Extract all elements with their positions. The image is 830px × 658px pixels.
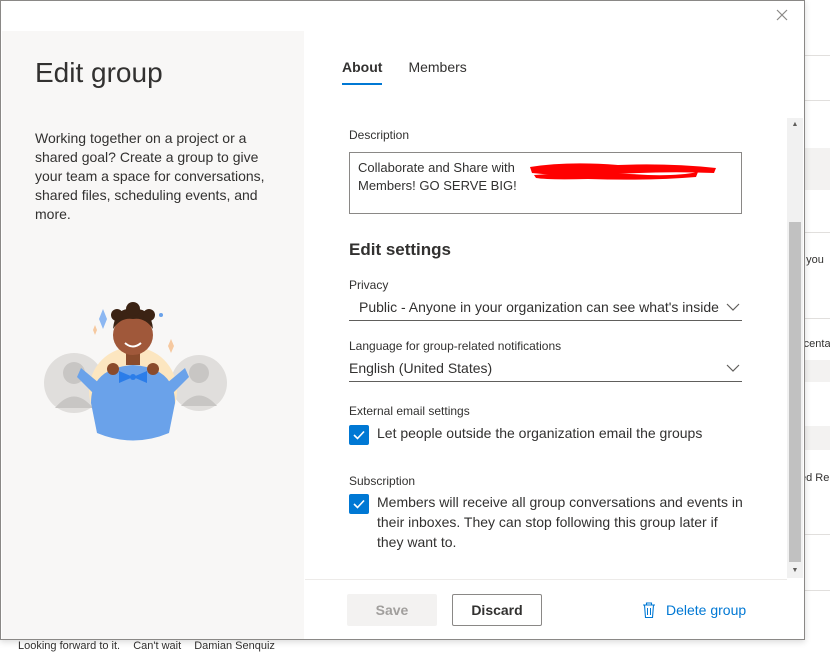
discard-button[interactable]: Discard <box>452 594 542 626</box>
content-scrollbar[interactable]: ▲ ▼ <box>787 118 803 578</box>
subscription-checkbox[interactable] <box>349 494 369 514</box>
subscription-label: Subscription <box>349 474 416 488</box>
checkmark-icon <box>353 499 365 509</box>
privacy-dropdown[interactable]: Public - Anyone in your organization can… <box>349 297 742 321</box>
scroll-down-arrow-icon[interactable]: ▼ <box>787 564 803 578</box>
subscription-text: Members will receive all group conversat… <box>377 494 743 550</box>
delete-group-button[interactable]: Delete group <box>641 601 746 619</box>
background-text: Damian Senquiz <box>194 640 275 652</box>
redaction-mark <box>530 163 716 180</box>
background-divider <box>805 100 830 101</box>
scroll-thumb[interactable] <box>789 222 801 562</box>
external-email-label: External email settings <box>349 404 470 418</box>
background-row <box>805 148 830 190</box>
background-divider <box>805 590 830 591</box>
subscription-setting: Members will receive all group conversat… <box>349 492 747 552</box>
privacy-label: Privacy <box>349 278 389 292</box>
scroll-up-arrow-icon[interactable]: ▲ <box>787 118 803 132</box>
dialog-tabs: About Members <box>342 59 467 85</box>
delete-group-label: Delete group <box>666 602 747 618</box>
external-email-checkbox[interactable] <box>349 425 369 445</box>
background-row <box>805 426 830 450</box>
footer-divider <box>305 579 787 580</box>
chevron-down-icon <box>726 364 740 372</box>
dialog-description: Working together on a project or a share… <box>35 130 265 222</box>
checkmark-icon <box>353 430 365 440</box>
background-text: Looking forward to it. <box>18 640 121 652</box>
tab-members[interactable]: Members <box>408 59 466 85</box>
chevron-down-icon <box>726 303 740 311</box>
privacy-value: Public - Anyone in your organization can… <box>359 299 719 315</box>
close-button[interactable] <box>774 9 790 25</box>
background-message: Looking forward to it. Can't wait Damian… <box>18 640 285 652</box>
description-textarea[interactable]: Collaborate and Share with Members! GO S… <box>349 152 742 214</box>
about-panel: Description Collaborate and Share with M… <box>305 119 787 579</box>
background-divider <box>805 55 830 56</box>
group-illustration <box>44 302 227 441</box>
external-email-setting: Let people outside the organization emai… <box>349 423 747 445</box>
edit-group-dialog: Edit group Working together on a project… <box>0 0 805 640</box>
close-icon <box>776 9 788 21</box>
edit-settings-heading: Edit settings <box>349 240 452 259</box>
language-label: Language for group-related notifications <box>349 339 562 353</box>
dialog-title: Edit group <box>35 57 163 88</box>
background-text: Can't wait <box>133 640 182 652</box>
save-button[interactable]: Save <box>347 594 437 626</box>
background-divider <box>805 318 830 319</box>
language-value: English (United States) <box>349 360 493 376</box>
background-divider <box>805 534 830 535</box>
background-row <box>805 360 830 382</box>
language-dropdown[interactable]: English (United States) <box>349 358 742 382</box>
background-page <box>805 0 830 658</box>
background-divider <box>805 232 830 233</box>
tab-about[interactable]: About <box>342 59 383 85</box>
description-label: Description <box>349 128 410 142</box>
trash-icon <box>643 602 655 619</box>
external-email-text: Let people outside the organization emai… <box>377 425 703 441</box>
